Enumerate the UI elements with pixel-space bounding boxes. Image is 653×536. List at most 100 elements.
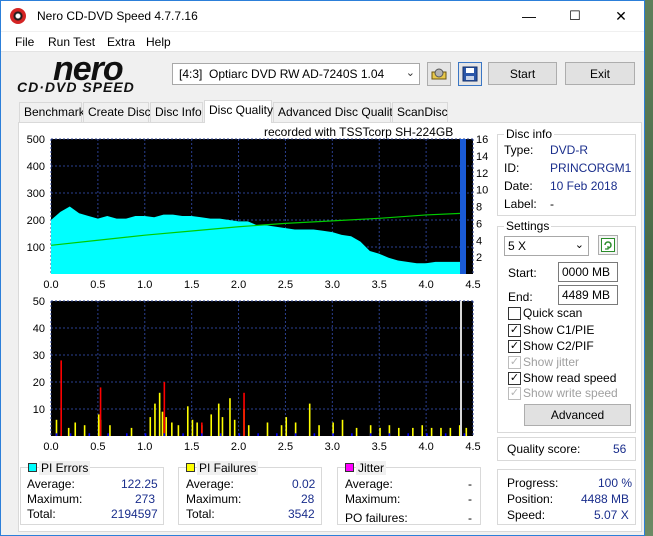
pi-failure-bar — [412, 427, 414, 436]
chart-bot-y-ticks: 10 20 30 40 50 — [33, 297, 45, 416]
pi-failure-bar — [257, 433, 259, 436]
start-button[interactable]: Start — [488, 62, 557, 85]
pi-failure-bar — [88, 433, 91, 436]
pi-failure-bar — [407, 433, 409, 436]
chart-top-x-tick: 1.5 — [184, 279, 199, 291]
close-button[interactable]: ✕ — [598, 1, 644, 31]
disc-date-label: Date: — [504, 179, 533, 193]
pi-errors-avg-value: 122.25 — [121, 477, 158, 491]
quality-score-label: Quality score: — [507, 442, 581, 456]
pi-failure-bar — [99, 387, 102, 436]
pi-failure-bar — [449, 427, 452, 436]
tab-advanced-disc-quality[interactable]: Advanced Disc Quality — [273, 102, 399, 122]
show-c2pif-checkbox[interactable]: ✓ — [508, 340, 521, 353]
pi-failure-bar — [397, 427, 400, 436]
menu-bar: File Run Test Extra Help — [1, 32, 644, 52]
chart-bot-y-tick: 10 — [33, 404, 45, 416]
pi-failure-bar — [341, 419, 344, 436]
pi-failure-bar — [355, 427, 358, 436]
chart-top-y-right-tick: 8 — [476, 202, 482, 214]
advanced-button[interactable]: Advanced — [524, 404, 631, 426]
pi-errors-avg-label: Average: — [27, 477, 75, 491]
maximize-button[interactable]: ☐ — [552, 1, 598, 31]
disc-type-value: DVD-R — [550, 143, 588, 157]
jitter-swatch — [345, 463, 354, 472]
tab-benchmark[interactable]: Benchmark — [19, 102, 85, 122]
pi-failure-bar — [97, 414, 100, 436]
pi-failure-bar — [313, 433, 316, 436]
show-c1pie-checkbox[interactable]: ✓ — [508, 324, 521, 337]
speed-select[interactable]: 5 X ⌄ — [504, 236, 589, 256]
speed-value: 5.07 X — [594, 508, 629, 522]
menu-extra[interactable]: Extra — [107, 35, 135, 49]
chart-top-x-tick: 2.0 — [231, 279, 246, 291]
tab-create-disc[interactable]: Create Disc — [83, 102, 151, 122]
show-read-speed-checkbox[interactable]: ✓ — [508, 372, 521, 385]
chart-bot-plot-area — [51, 301, 473, 436]
jitter-max-value: - — [468, 492, 472, 506]
pi-failure-bar — [165, 417, 168, 436]
chart-top-x-tick: 3.5 — [372, 279, 387, 291]
chart-top-y-left-ticks: 100 200 300 400 500 — [27, 134, 45, 254]
show-jitter-checkbox: ✓ — [508, 356, 521, 369]
disc-info-title: Disc info — [504, 127, 555, 141]
chart-top-end-marker — [460, 139, 466, 274]
window-title: Nero CD-DVD Speed 4.7.7.16 — [37, 9, 198, 23]
chart-top-y-right-ticks: 2 4 6 8 10 12 14 16 — [476, 134, 488, 264]
jitter-avg-value: - — [468, 477, 472, 491]
pi-failure-bar — [430, 427, 433, 436]
eject-icon — [431, 68, 447, 80]
jitter-max-label: Maximum: — [345, 492, 401, 506]
pi-failure-bar — [421, 425, 424, 436]
chart-bot-y-tick: 30 — [33, 350, 45, 362]
tab-disc-info[interactable]: Disc Info — [150, 102, 203, 122]
pi-errors-max-label: Maximum: — [27, 492, 83, 506]
po-failures-label: PO failures: — [345, 511, 408, 525]
pi-failure-bar — [369, 433, 372, 436]
pi-errors-chart: 100 200 300 400 500 2 4 6 8 10 12 14 16 0.0 0.5 1.0 1.… — [27, 134, 489, 291]
disc-date-value: 10 Feb 2018 — [550, 179, 618, 193]
nero-cd-dvd-speed-logo: nero CD·DVD SPEED — [15, 50, 167, 96]
save-button[interactable] — [458, 62, 482, 86]
position-label: Position: — [507, 492, 554, 506]
pi-failure-bar — [55, 433, 58, 436]
chart-bot-x-tick: 1.0 — [137, 441, 152, 453]
chart-bot-x-tick: 0.0 — [43, 441, 58, 453]
chart-top-y-right-tick: 14 — [476, 151, 488, 163]
pi-failure-bar — [144, 433, 147, 436]
tab-scandisc[interactable]: ScanDisc — [392, 102, 448, 122]
pi-failure-bar — [243, 392, 245, 436]
pi-failure-bar — [440, 427, 442, 436]
eject-button[interactable] — [427, 62, 451, 86]
quick-scan-checkbox[interactable] — [508, 307, 521, 320]
menu-file[interactable]: File — [15, 35, 34, 49]
tab-disc-quality[interactable]: Disc Quality — [204, 100, 273, 123]
pi-errors-swatch — [28, 463, 37, 472]
refresh-button[interactable] — [598, 235, 618, 255]
pi-failure-bar — [74, 422, 77, 436]
pi-failure-bar — [221, 417, 224, 436]
pi-errors-max-value: 273 — [135, 492, 156, 506]
disc-id-label: ID: — [504, 161, 520, 175]
pi-errors-title: PI Errors — [39, 461, 91, 475]
chart-top-x-tick: 4.5 — [465, 279, 480, 291]
chart-top-y-left-tick: 300 — [27, 188, 45, 200]
menu-help[interactable]: Help — [146, 35, 171, 49]
start-input[interactable]: 0000 MB — [558, 262, 618, 282]
disc-type-label: Type: — [504, 143, 534, 157]
show-read-speed-label: Show read speed — [523, 371, 617, 385]
minimize-button[interactable]: — — [506, 1, 552, 31]
progress-value: 100 % — [598, 476, 633, 490]
pi-failures-avg-label: Average: — [186, 477, 234, 491]
end-input[interactable]: 4489 MB — [558, 285, 618, 305]
exit-button[interactable]: Exit — [565, 62, 635, 85]
pi-failures-avg-value: 0.02 — [292, 477, 316, 491]
chart-bot-y-tick: 50 — [33, 297, 45, 308]
speed-select-value: 5 X — [508, 239, 527, 253]
menu-run-test[interactable]: Run Test — [48, 35, 95, 49]
drive-select[interactable]: [4:3] Optiarc DVD RW AD-7240S 1.04 ⌄ — [172, 63, 420, 85]
pi-failure-bar — [280, 425, 283, 436]
pi-failures-swatch — [186, 463, 195, 472]
pi-failure-bar — [247, 425, 250, 436]
pi-failures-chart: 10 20 30 40 50 0.0 0.5 1.0 1.5 2.0 2.5 3.0 3.5 4.0 4.… — [33, 297, 481, 453]
